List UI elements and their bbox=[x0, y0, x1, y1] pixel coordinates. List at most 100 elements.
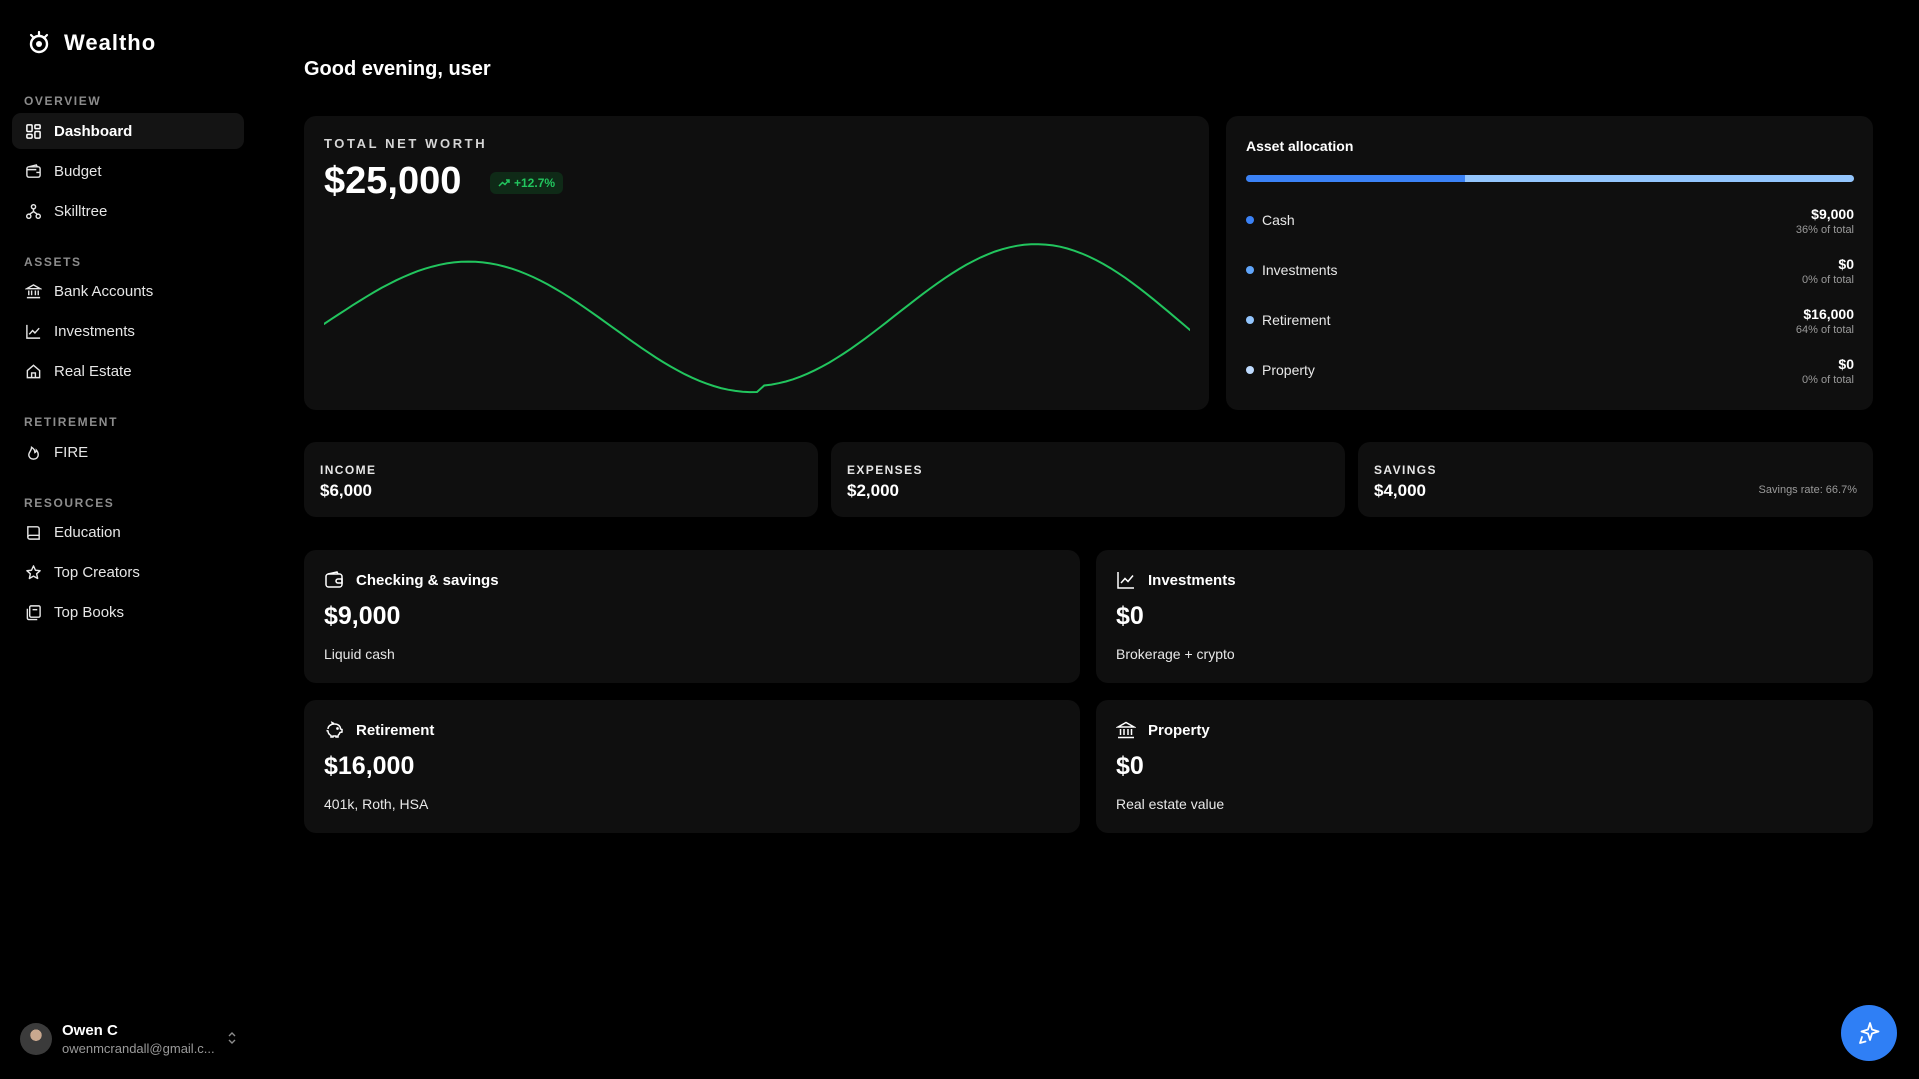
wallet-icon bbox=[325, 571, 343, 588]
allocation-name: Cash bbox=[1262, 212, 1295, 228]
account-value: $0 bbox=[1116, 752, 1144, 780]
sidebar-item-label: Skilltree bbox=[54, 202, 108, 220]
account-title: Investments bbox=[1148, 571, 1236, 589]
allocation-segment-retirement bbox=[1464, 175, 1854, 182]
allocation-amount: $9,000 bbox=[1811, 206, 1854, 222]
allocation-bar bbox=[1246, 175, 1854, 182]
sidebar-item-label: Education bbox=[54, 523, 121, 541]
account-card-investments[interactable]: Investments $0 Brokerage + crypto bbox=[1096, 550, 1873, 683]
sidebar-item-dashboard[interactable]: Dashboard bbox=[12, 113, 244, 149]
dashboard-grid-icon bbox=[26, 123, 41, 139]
income-stat-card: INCOME $6,000 bbox=[304, 442, 818, 517]
line-chart-icon bbox=[1117, 572, 1134, 589]
cash-dot bbox=[1246, 216, 1254, 224]
piggy-bank-icon bbox=[326, 721, 343, 738]
sidebar-item-label: Top Creators bbox=[54, 563, 140, 581]
allocation-amount: $0 bbox=[1838, 256, 1854, 272]
allocation-amount: $0 bbox=[1838, 356, 1854, 372]
asset-allocation-card: Asset allocation Cash $9,000 36% of tota… bbox=[1226, 116, 1873, 410]
account-card-checking[interactable]: Checking & savings $9,000 Liquid cash bbox=[304, 550, 1080, 683]
line-chart-icon bbox=[26, 324, 41, 339]
net-worth-card: TOTAL NET WORTH $25,000 +12.7% bbox=[304, 116, 1209, 410]
brand-logo-icon bbox=[29, 30, 49, 54]
savings-rate: Savings rate: 66.7% bbox=[1758, 484, 1857, 496]
investments-dot bbox=[1246, 266, 1254, 274]
stat-label: EXPENSES bbox=[847, 463, 923, 477]
sidebar: Wealtho OVERVIEW Dashboard Budget Skillt… bbox=[0, 0, 256, 1079]
allocation-name: Investments bbox=[1262, 262, 1338, 278]
account-description: Liquid cash bbox=[324, 646, 395, 662]
allocation-segment-cash bbox=[1246, 175, 1465, 182]
section-label-retirement: RETIREMENT bbox=[24, 415, 118, 429]
sidebar-item-education[interactable]: Education bbox=[12, 514, 244, 550]
account-title: Retirement bbox=[356, 721, 435, 739]
books-icon bbox=[26, 604, 41, 620]
user-email: owenmcrandall@gmail.c... bbox=[62, 1041, 215, 1056]
account-title: Property bbox=[1148, 721, 1210, 739]
avatar bbox=[20, 1023, 52, 1055]
sidebar-item-label: Investments bbox=[54, 322, 135, 340]
net-worth-trend-line bbox=[324, 243, 1190, 394]
sidebar-item-label: FIRE bbox=[54, 443, 89, 461]
stat-value: $6,000 bbox=[320, 481, 372, 500]
allocation-name: Property bbox=[1262, 362, 1315, 378]
bank-icon bbox=[25, 283, 42, 298]
allocation-percent: 0% of total bbox=[1802, 374, 1854, 386]
sidebar-item-label: Bank Accounts bbox=[54, 282, 154, 300]
stat-label: SAVINGS bbox=[1374, 463, 1437, 477]
sidebar-item-label: Budget bbox=[54, 162, 102, 180]
allocation-percent: 0% of total bbox=[1802, 274, 1854, 286]
sidebar-item-label: Top Books bbox=[54, 603, 125, 621]
property-dot bbox=[1246, 366, 1254, 374]
sidebar-item-investments[interactable]: Investments bbox=[12, 313, 244, 349]
savings-stat-card: SAVINGS $4,000 Savings rate: 66.7% bbox=[1358, 442, 1873, 517]
account-value: $16,000 bbox=[324, 752, 415, 780]
star-icon bbox=[26, 564, 41, 579]
account-value: $9,000 bbox=[324, 602, 401, 630]
sidebar-item-label: Real Estate bbox=[54, 362, 132, 380]
account-card-property[interactable]: Property $0 Real estate value bbox=[1096, 700, 1873, 833]
sidebar-item-fire[interactable]: FIRE bbox=[12, 434, 244, 470]
retirement-dot bbox=[1246, 316, 1254, 324]
net-worth-value: $25,000 bbox=[324, 160, 462, 202]
sidebar-item-real-estate[interactable]: Real Estate bbox=[12, 353, 244, 389]
change-badge: +12.7% bbox=[490, 172, 564, 194]
account-description: Brokerage + crypto bbox=[1116, 646, 1235, 662]
allocation-row-investments: Investments $0 0% of total bbox=[1246, 256, 1854, 292]
allocation-row-cash: Cash $9,000 36% of total bbox=[1246, 206, 1854, 242]
sidebar-item-budget[interactable]: Budget bbox=[12, 153, 244, 189]
account-title: Checking & savings bbox=[356, 571, 499, 589]
section-label-overview: OVERVIEW bbox=[24, 94, 102, 108]
account-value: $0 bbox=[1116, 602, 1144, 630]
sidebar-item-skilltree[interactable]: Skilltree bbox=[12, 193, 244, 229]
assistant-button[interactable] bbox=[1841, 1005, 1897, 1061]
sidebar-item-bank-accounts[interactable]: Bank Accounts bbox=[12, 273, 244, 309]
allocation-row-property: Property $0 0% of total bbox=[1246, 356, 1854, 392]
allocation-percent: 36% of total bbox=[1795, 224, 1854, 236]
expenses-stat-card: EXPENSES $2,000 bbox=[831, 442, 1345, 517]
home-icon bbox=[26, 363, 41, 378]
chevron-up-down-icon bbox=[228, 1032, 236, 1044]
book-icon bbox=[27, 525, 40, 540]
sidebar-item-top-creators[interactable]: Top Creators bbox=[12, 554, 244, 590]
allocation-percent: 64% of total bbox=[1795, 324, 1854, 336]
brand[interactable]: Wealtho bbox=[26, 30, 156, 56]
account-description: Real estate value bbox=[1116, 796, 1225, 812]
allocation-name: Retirement bbox=[1262, 312, 1331, 328]
user-name: Owen C bbox=[62, 1022, 118, 1039]
stat-value: $4,000 bbox=[1374, 481, 1426, 500]
account-card-retirement[interactable]: Retirement $16,000 401k, Roth, HSA bbox=[304, 700, 1080, 833]
wallet-icon bbox=[26, 163, 41, 178]
stat-label: INCOME bbox=[320, 463, 377, 477]
sidebar-item-top-books[interactable]: Top Books bbox=[12, 594, 244, 630]
skilltree-icon bbox=[25, 203, 42, 219]
sparkle-icon bbox=[1859, 1022, 1880, 1044]
change-value: +12.7% bbox=[514, 176, 556, 190]
user-menu[interactable]: Owen C owenmcrandall@gmail.c... bbox=[20, 1017, 238, 1061]
trend-up-icon bbox=[498, 179, 510, 187]
flame-icon bbox=[28, 445, 39, 460]
bank-icon bbox=[1116, 721, 1136, 739]
page-title: Good evening, user bbox=[304, 58, 491, 80]
account-description: 401k, Roth, HSA bbox=[324, 796, 429, 812]
asset-allocation-title: Asset allocation bbox=[1246, 138, 1354, 154]
